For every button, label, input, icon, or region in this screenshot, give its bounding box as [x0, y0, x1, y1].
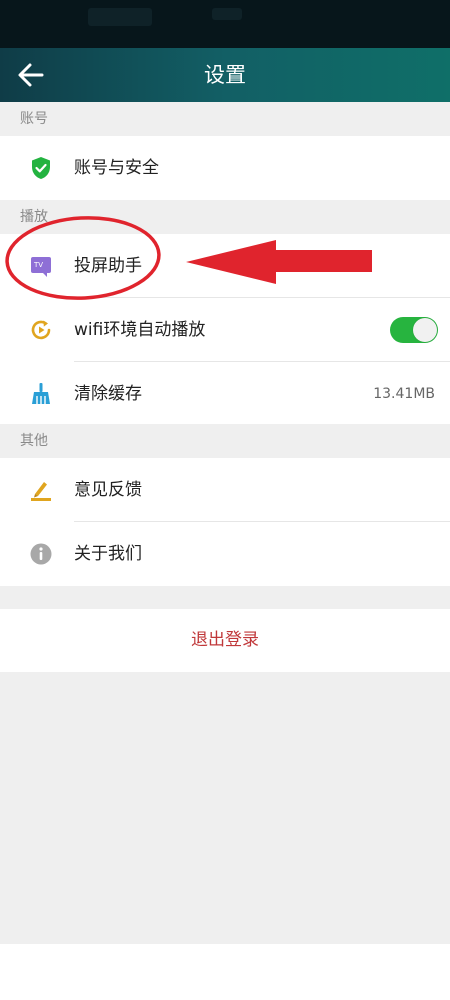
settings-item-label: 意见反馈	[74, 480, 142, 500]
tv-screen-cast-icon: TV	[31, 257, 51, 277]
status-bar	[0, 0, 450, 48]
toggle-knob	[413, 318, 437, 342]
autoplay-icon	[31, 320, 51, 340]
logout-button[interactable]: 退出登录	[0, 609, 450, 672]
page-title: 设置	[204, 63, 246, 87]
settings-item-account-security[interactable]: 账号与安全	[0, 136, 450, 200]
settings-item-label: 清除缓存	[74, 384, 142, 404]
settings-item-label: 投屏助手	[74, 256, 142, 276]
section-header-other: 其他	[0, 424, 450, 458]
info-icon	[30, 543, 52, 565]
svg-text:TV: TV	[33, 261, 43, 269]
section-header-account: 账号	[0, 102, 450, 136]
bottom-area	[0, 944, 450, 1000]
wifi-autoplay-toggle[interactable]	[390, 317, 438, 343]
cache-size-value: 13.41MB	[373, 386, 435, 402]
settings-item-label: wifi环境自动播放	[74, 320, 206, 340]
settings-item-about[interactable]: 关于我们	[0, 522, 450, 586]
settings-item-screen-cast[interactable]: TV 投屏助手	[0, 234, 450, 298]
app-bar: 设置	[0, 48, 450, 102]
settings-item-wifi-autoplay[interactable]: wifi环境自动播放	[0, 298, 450, 362]
settings-item-label: 账号与安全	[74, 158, 159, 178]
settings-item-feedback[interactable]: 意见反馈	[0, 458, 450, 522]
settings-item-clear-cache[interactable]: 清除缓存 13.41MB	[0, 362, 450, 426]
settings-item-label: 关于我们	[74, 544, 142, 564]
section-header-playback: 播放	[0, 200, 450, 234]
broom-icon	[32, 383, 50, 404]
status-bar-blurred-content	[212, 8, 242, 20]
feedback-pen-icon	[31, 482, 51, 501]
shield-check-icon	[32, 157, 50, 179]
status-bar-blurred-content	[88, 8, 152, 26]
